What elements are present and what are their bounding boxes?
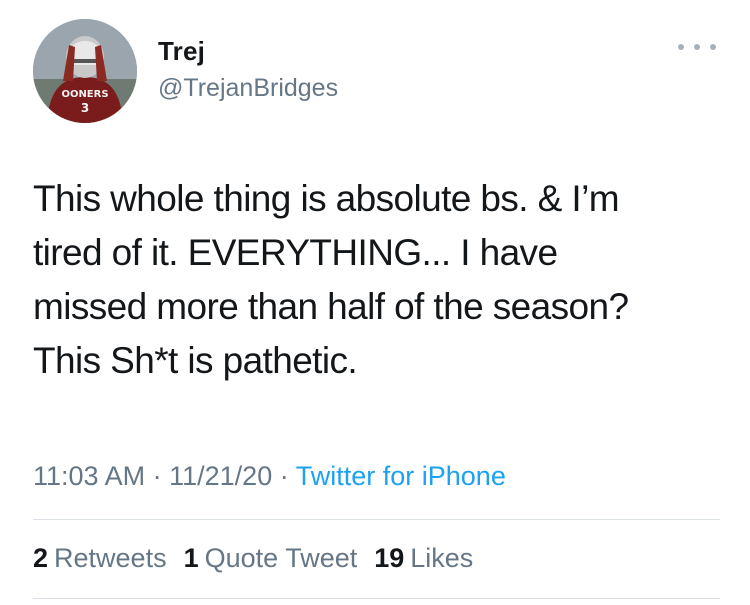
likes-label: Likes (410, 543, 474, 573)
avatar-jersey-number: 3 (81, 101, 89, 115)
author-display-name[interactable]: Trej (158, 36, 205, 67)
tweet-text: This whole thing is absolute bs. & I’m t… (33, 172, 733, 388)
avatar-photo: OONERS 3 (33, 19, 137, 123)
tweet-text-line: tired of it. EVERYTHING... I have (33, 232, 558, 273)
more-dot (710, 44, 716, 50)
divider (33, 519, 720, 520)
tweet-source-link[interactable]: Twitter for iPhone (296, 461, 506, 491)
more-dot (694, 44, 700, 50)
avatar-jersey-text: OONERS (61, 89, 108, 100)
tweet-text-line: This whole thing is absolute bs. & I’m (33, 178, 620, 219)
quotes-count: 1 (183, 543, 199, 573)
meta-separator: · (152, 461, 162, 491)
tweet-text-line: This Sh*t is pathetic. (33, 340, 358, 381)
tweet-time[interactable]: 11:03 AM (33, 461, 145, 491)
retweets-stat[interactable]: 2 Retweets (33, 543, 167, 574)
quotes-label: Quote Tweet (204, 543, 358, 573)
author-handle[interactable]: @TrejanBridges (158, 74, 338, 103)
retweets-count: 2 (33, 543, 49, 573)
more-dot (678, 44, 684, 50)
tweet-meta: 11:03 AM · 11/21/20 · Twitter for iPhone (33, 461, 506, 492)
tweet-date[interactable]: 11/21/20 (169, 461, 272, 491)
more-options-icon[interactable] (678, 38, 716, 56)
meta-separator: · (279, 461, 289, 491)
avatar[interactable]: OONERS 3 (33, 19, 137, 123)
divider (33, 598, 720, 599)
retweets-label: Retweets (54, 543, 167, 573)
quote-tweets-stat[interactable]: 1 Quote Tweet (184, 543, 358, 574)
tweet-stats: 2 Retweets 1 Quote Tweet 19 Likes (33, 543, 473, 574)
likes-stat[interactable]: 19 Likes (374, 543, 473, 574)
likes-count: 19 (374, 543, 405, 573)
tweet-text-line: missed more than half of the season? (33, 286, 629, 327)
